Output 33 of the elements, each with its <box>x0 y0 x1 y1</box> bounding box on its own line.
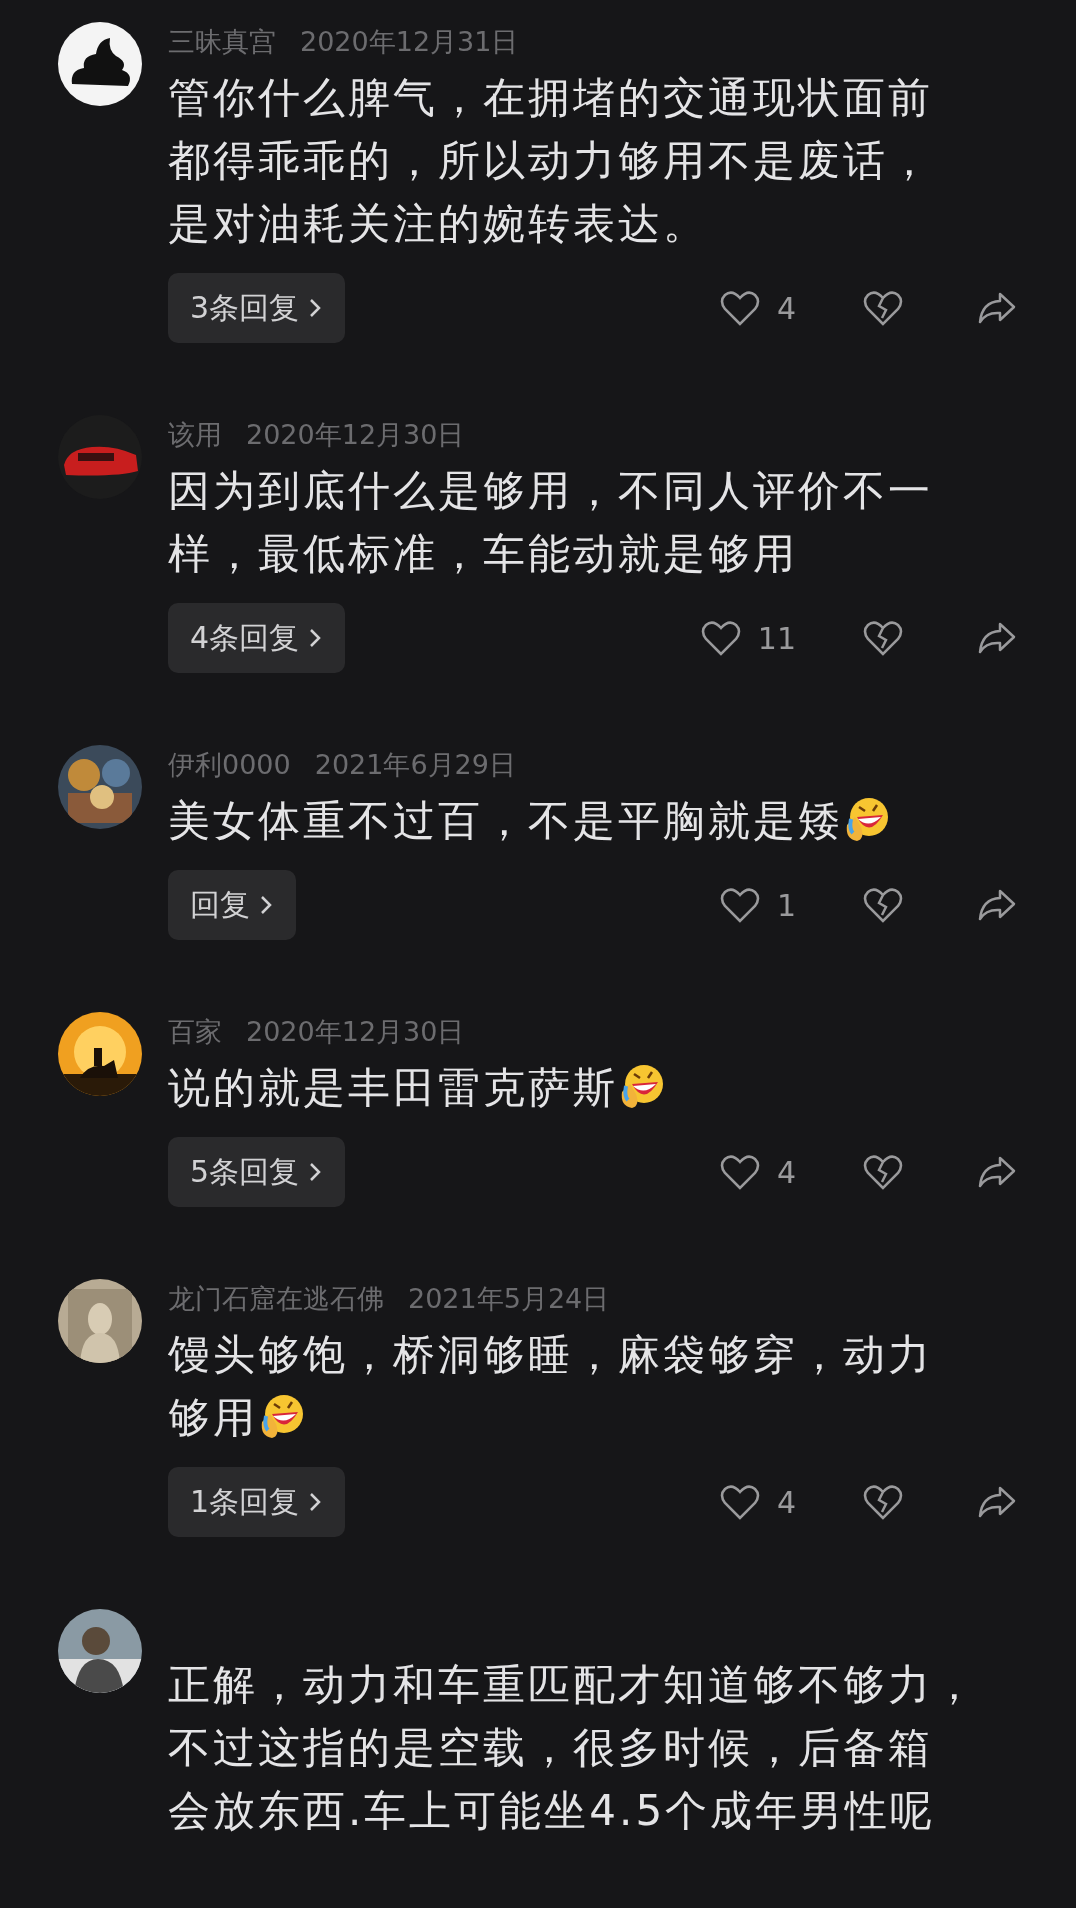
like-count: 11 <box>757 620 796 656</box>
comment-text: 管你什么脾气，在拥堵的交通现状面前 都得乖乖的，所以动力够用不是废话， 是对油耗关注的婉转表达。 <box>168 73 933 248</box>
like-count: 4 <box>776 1484 796 1520</box>
heart-icon[interactable] <box>718 1482 761 1522</box>
like-count: 1 <box>776 887 796 923</box>
heart-icon[interactable] <box>718 885 761 925</box>
broken-heart-icon[interactable] <box>862 618 904 658</box>
replies-button[interactable]: 5条回复 <box>168 1137 346 1207</box>
heart-icon[interactable] <box>718 288 761 328</box>
comment-text: 因为到底什么是够用，不同人评价不一 样，最低标准，车能动就是够用 <box>168 466 933 578</box>
broken-heart-icon[interactable] <box>862 1482 904 1522</box>
heart-icon[interactable] <box>699 618 742 658</box>
chevron-icon <box>258 894 274 916</box>
broken-heart-icon[interactable] <box>862 885 904 925</box>
replies-button[interactable]: 3条回复 <box>168 273 346 343</box>
replies-button[interactable]: 回复 <box>168 870 296 940</box>
comment-date: 2020年12月30日 <box>246 418 465 452</box>
comment-text: 正解，动力和车重匹配才知道够不够力， 不过这指的是空载，很多时候，后备箱 会放东西.车上可能坐4.5个成年男性呢 <box>168 1660 978 1835</box>
broken-heart-icon[interactable] <box>862 288 904 328</box>
replies-button[interactable]: 1条回复 <box>168 1467 346 1537</box>
comment-date: 2020年12月31日 <box>300 25 519 59</box>
comment-text: 美女体重不过百，不是平胸就是矮 <box>168 796 843 845</box>
comment-date: 2021年6月29日 <box>314 748 516 782</box>
like-count: 4 <box>776 1154 796 1190</box>
comment-text: 说的就是丰田雷克萨斯 <box>168 1063 618 1112</box>
comment-date: 2021年5月24日 <box>408 1282 610 1316</box>
comment-text: 够用 <box>168 1393 258 1442</box>
comment-text: 馒头够饱，桥洞够睡，麻袋够穿，动力 <box>168 1329 933 1381</box>
like-count: 4 <box>776 290 796 326</box>
heart-icon[interactable] <box>718 1152 761 1192</box>
broken-heart-icon[interactable] <box>862 1152 904 1192</box>
replies-button[interactable]: 4条回复 <box>168 603 346 673</box>
comment-date: 2020年12月30日 <box>246 1015 465 1049</box>
